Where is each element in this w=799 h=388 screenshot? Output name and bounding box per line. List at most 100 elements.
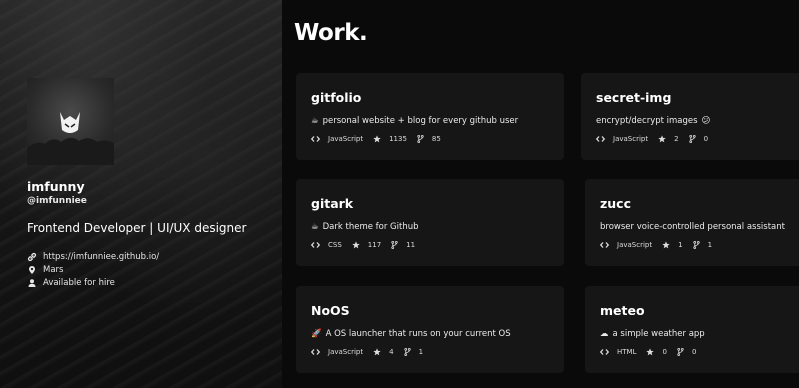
project-description-text: encrypt/decrypt images: [596, 116, 698, 126]
website-link[interactable]: https://imfunniee.github.io/: [43, 252, 159, 262]
project-card-noos[interactable]: NoOS 🚀 A OS launcher that runs on your cur…: [296, 286, 564, 373]
project-forks: 0: [688, 135, 709, 143]
project-description-text: personal website + blog for every github…: [322, 116, 519, 126]
project-language-value: JavaScript: [617, 241, 653, 249]
project-stars-value: 0: [662, 348, 667, 356]
fork-icon: [391, 241, 402, 249]
project-forks-value: 1: [707, 241, 713, 249]
project-card-gitark[interactable]: gitark ☕ Dark theme for Github CSS 117 11: [296, 179, 564, 266]
project-description: ☕ Dark theme for Github: [311, 222, 419, 232]
project-title[interactable]: meteo: [600, 303, 645, 318]
star-icon: [373, 348, 385, 356]
fork-icon: [677, 348, 688, 356]
project-title[interactable]: zucc: [600, 196, 631, 211]
project-forks: 1: [692, 241, 713, 249]
project-stars-value: 4: [389, 348, 394, 356]
project-title[interactable]: secret-img: [596, 90, 671, 105]
fork-icon: [403, 348, 415, 356]
profile-hire-status: Available for hire: [27, 278, 115, 288]
location-text: Mars: [43, 265, 64, 275]
project-language: JavaScript: [596, 135, 648, 143]
project-emoji: ☁: [600, 329, 609, 339]
project-stars-value: 1: [678, 241, 683, 249]
project-card-secret-img[interactable]: secret-img encrypt/decrypt images 😕 JavaScr…: [581, 73, 799, 160]
project-card-zucc[interactable]: zucc browser voice-controlled personal as…: [585, 179, 799, 266]
code-icon: [600, 241, 613, 249]
star-icon: [373, 135, 385, 143]
project-description-text: A OS launcher that runs on your current …: [325, 329, 511, 339]
star-icon: [646, 348, 658, 356]
link-icon: [27, 252, 37, 262]
project-description-text: browser voice-controlled personal assist…: [600, 222, 785, 232]
project-language: HTML: [600, 348, 636, 356]
project-title[interactable]: gitfolio: [311, 90, 361, 105]
project-forks-value: 1: [418, 348, 424, 356]
profile-bio: Frontend Developer | UI/UX designer: [27, 221, 247, 235]
project-forks-value: 0: [691, 348, 697, 356]
project-language-value: JavaScript: [328, 135, 364, 143]
project-stars: 0: [646, 348, 667, 356]
fork-icon: [688, 135, 700, 143]
location-pin-icon: [27, 265, 37, 275]
project-forks-value: 0: [703, 135, 709, 143]
fork-icon: [417, 135, 428, 143]
avatar-logo-icon: [27, 112, 114, 165]
user-icon: [27, 278, 37, 288]
project-language-value: CSS: [328, 241, 342, 249]
project-card-meteo[interactable]: meteo ☁ a simple weather app HTML 0 0: [585, 286, 799, 373]
code-icon: [311, 241, 324, 249]
section-title: Work.: [294, 20, 368, 46]
code-icon: [596, 135, 609, 143]
fork-icon: [692, 241, 704, 249]
star-icon: [662, 241, 674, 249]
project-stars: 117: [352, 241, 381, 249]
code-icon: [600, 348, 613, 356]
project-description-text: a simple weather app: [612, 329, 705, 339]
code-icon: [311, 135, 324, 143]
project-language: JavaScript: [311, 348, 363, 356]
project-forks: 1: [403, 348, 424, 356]
project-title[interactable]: NoOS: [311, 303, 350, 318]
project-stars-value: 2: [674, 135, 679, 143]
project-card-gitfolio[interactable]: gitfolio ☕ personal website + blog for eve…: [296, 73, 564, 160]
project-emoji: ☕: [311, 116, 319, 126]
star-icon: [658, 135, 670, 143]
project-description: 🚀 A OS launcher that runs on your current…: [311, 329, 511, 339]
project-description: ☕ personal website + blog for every githu…: [311, 116, 518, 126]
avatar: [27, 78, 114, 165]
project-stars: 4: [373, 348, 394, 356]
project-forks-value: 85: [431, 135, 441, 143]
project-emoji: ☕: [311, 222, 319, 232]
project-meta: HTML 0 0: [600, 348, 706, 356]
project-forks: 0: [677, 348, 696, 356]
hire-status-text: Available for hire: [43, 278, 115, 288]
project-stars-value: 1135: [389, 135, 407, 143]
project-language: JavaScript: [600, 241, 652, 249]
project-stars: 1: [662, 241, 683, 249]
profile-sidebar: imfunny @imfunniee Frontend Developer | …: [0, 0, 282, 388]
profile-handle: @imfunniee: [27, 196, 87, 206]
project-forks-value: 11: [406, 241, 416, 249]
project-emoji: 😕: [701, 116, 711, 126]
project-stars-value: 117: [367, 241, 382, 249]
project-language-value: JavaScript: [613, 135, 649, 143]
project-language: JavaScript: [311, 135, 363, 143]
project-emoji: 🚀: [311, 329, 322, 339]
project-meta: JavaScript 2 0: [596, 135, 718, 143]
project-meta: JavaScript 1135 85: [311, 135, 451, 143]
profile-location: Mars: [27, 265, 63, 275]
project-language-value: HTML: [617, 348, 637, 356]
project-meta: CSS 117 11: [311, 241, 425, 249]
project-stars: 2: [658, 135, 679, 143]
project-meta: JavaScript 1 1: [600, 241, 722, 249]
project-meta: JavaScript 4 1: [311, 348, 433, 356]
profile-name: imfunny: [27, 179, 85, 194]
project-description-text: Dark theme for Github: [322, 222, 419, 232]
star-icon: [352, 241, 364, 249]
profile-website[interactable]: https://imfunniee.github.io/: [27, 252, 159, 262]
project-language: CSS: [311, 241, 342, 249]
project-language-value: JavaScript: [328, 348, 364, 356]
project-forks: 85: [417, 135, 441, 143]
project-description: ☁ a simple weather app: [600, 329, 705, 339]
project-title[interactable]: gitark: [311, 196, 353, 211]
